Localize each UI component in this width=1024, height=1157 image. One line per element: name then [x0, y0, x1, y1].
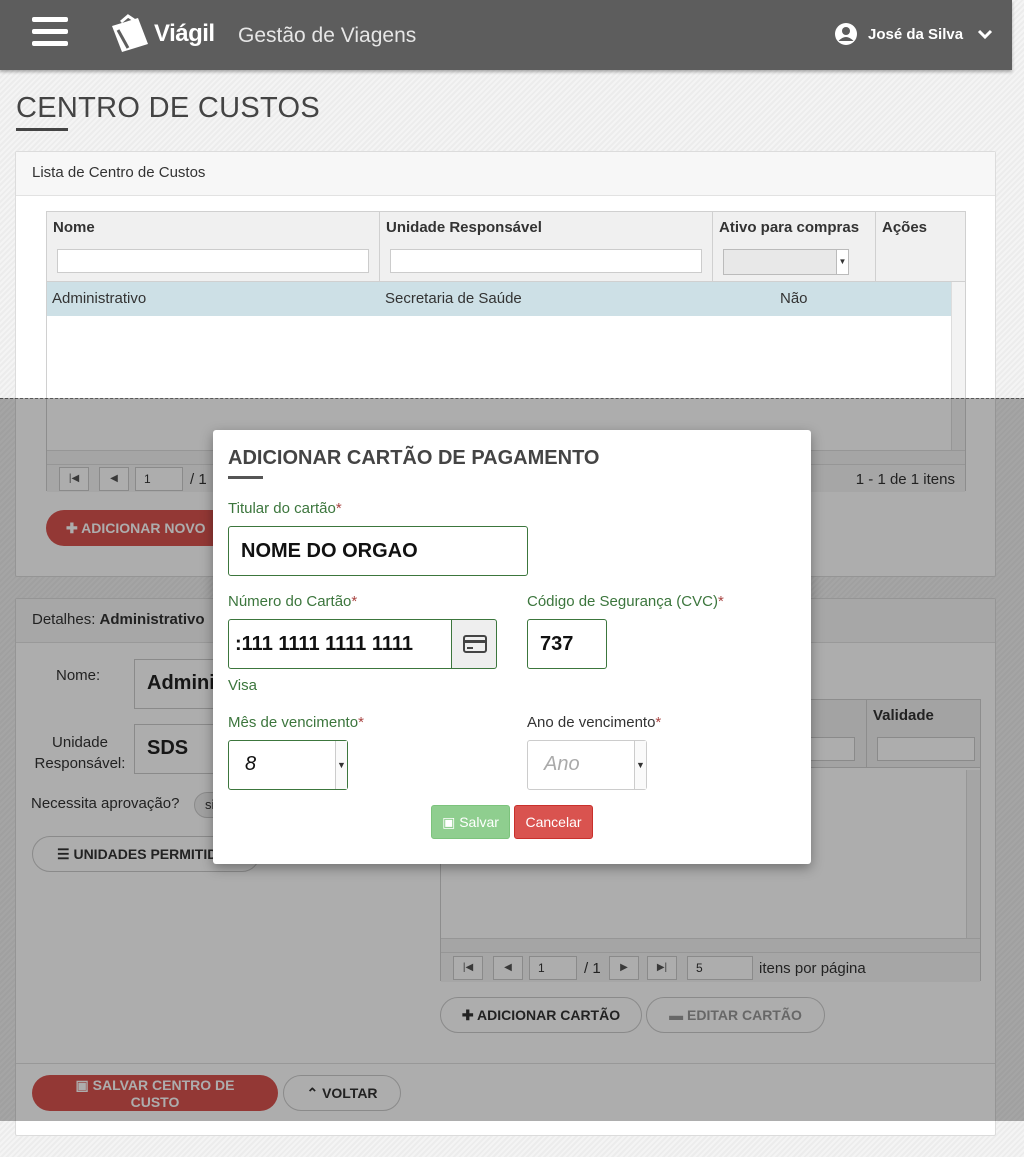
- label-text: Código de Segurança (CVC): [527, 593, 718, 610]
- chevron-down-icon: [978, 29, 993, 40]
- select-placeholder: Ano: [544, 753, 580, 775]
- label-text: Número do Cartão: [228, 593, 352, 610]
- app-subtitle: Gestão de Viagens: [238, 24, 417, 47]
- suitcase-logo-icon: [112, 14, 148, 52]
- top-header: Viágil Gestão de Viagens José da Silva: [0, 0, 1012, 70]
- column-label: Ações: [882, 219, 928, 236]
- user-menu[interactable]: José da Silva: [834, 22, 993, 46]
- grid-header: Nome Unidade Responsável Ativo para comp…: [47, 212, 965, 282]
- select-value: 8: [245, 753, 257, 775]
- filter-nome-input[interactable]: [57, 249, 369, 273]
- brand-name: Viágil: [154, 20, 215, 47]
- page-title: CENTRO DE CUSTOS: [16, 92, 320, 124]
- label-text: Titular do cartão: [228, 500, 336, 517]
- card-brand: Visa: [228, 677, 257, 694]
- column-header-unidade[interactable]: Unidade Responsável: [380, 212, 713, 282]
- required-mark: *: [351, 593, 358, 610]
- column-label: Nome: [53, 219, 95, 236]
- save-button[interactable]: ▣ Salvar: [431, 805, 510, 839]
- year-select[interactable]: Ano ▼: [527, 740, 647, 790]
- filter-ativo-select[interactable]: ▼: [723, 249, 849, 275]
- title-underline: [16, 128, 68, 131]
- month-select[interactable]: 8 ▼: [228, 740, 348, 790]
- label-text: Ano de vencimento: [527, 714, 656, 731]
- credit-card-icon: [463, 635, 487, 653]
- modal-title-underline: [228, 476, 263, 479]
- hamburger-icon[interactable]: [32, 17, 68, 47]
- filter-unidade-input[interactable]: [390, 249, 702, 273]
- cell-unidade: Secretaria de Saúde: [385, 290, 522, 307]
- column-header-ativo[interactable]: Ativo para compras ▼: [713, 212, 876, 282]
- select-arrow-icon: ▼: [634, 741, 646, 789]
- cvc-input[interactable]: 737: [527, 619, 607, 669]
- add-card-modal: ADICIONAR CARTÃO DE PAGAMENTO Titular do…: [213, 430, 811, 864]
- year-label: Ano de vencimento*: [527, 714, 661, 731]
- column-header-nome[interactable]: Nome: [47, 212, 380, 282]
- required-mark: *: [655, 714, 662, 731]
- panel-heading: Lista de Centro de Custos: [16, 152, 995, 196]
- required-mark: *: [335, 500, 342, 517]
- user-circle-icon: [835, 23, 857, 45]
- floppy-icon: ▣: [442, 813, 460, 830]
- button-label: Salvar: [459, 813, 499, 830]
- card-number-label: Número do Cartão*: [228, 593, 357, 610]
- cancel-button[interactable]: Cancelar: [514, 805, 593, 839]
- label-text: Mês de vencimento: [228, 714, 359, 731]
- user-name: José da Silva: [868, 25, 964, 43]
- select-arrow-icon: ▼: [836, 250, 848, 274]
- column-header-acoes: Ações: [876, 212, 967, 282]
- cell-nome: Administrativo: [52, 290, 147, 307]
- column-label: Unidade Responsável: [386, 219, 542, 236]
- modal-title: ADICIONAR CARTÃO DE PAGAMENTO: [228, 447, 600, 469]
- column-label: Ativo para compras: [719, 219, 860, 236]
- holder-label: Titular do cartão*: [228, 500, 342, 517]
- required-mark: *: [358, 714, 364, 731]
- cell-ativo: Não: [780, 290, 808, 307]
- month-label: Mês de vencimento*: [228, 714, 364, 731]
- holder-input[interactable]: NOME DO ORGAO: [228, 526, 528, 576]
- select-arrow-icon: ▼: [335, 741, 347, 789]
- card-addon: [451, 619, 497, 669]
- required-mark: *: [717, 593, 724, 610]
- table-row[interactable]: Administrativo Secretaria de Saúde Não: [47, 282, 951, 316]
- card-number-input[interactable]: :111 1111 1111 1111: [228, 619, 452, 669]
- cvc-label: Código de Segurança (CVC)*: [527, 593, 724, 610]
